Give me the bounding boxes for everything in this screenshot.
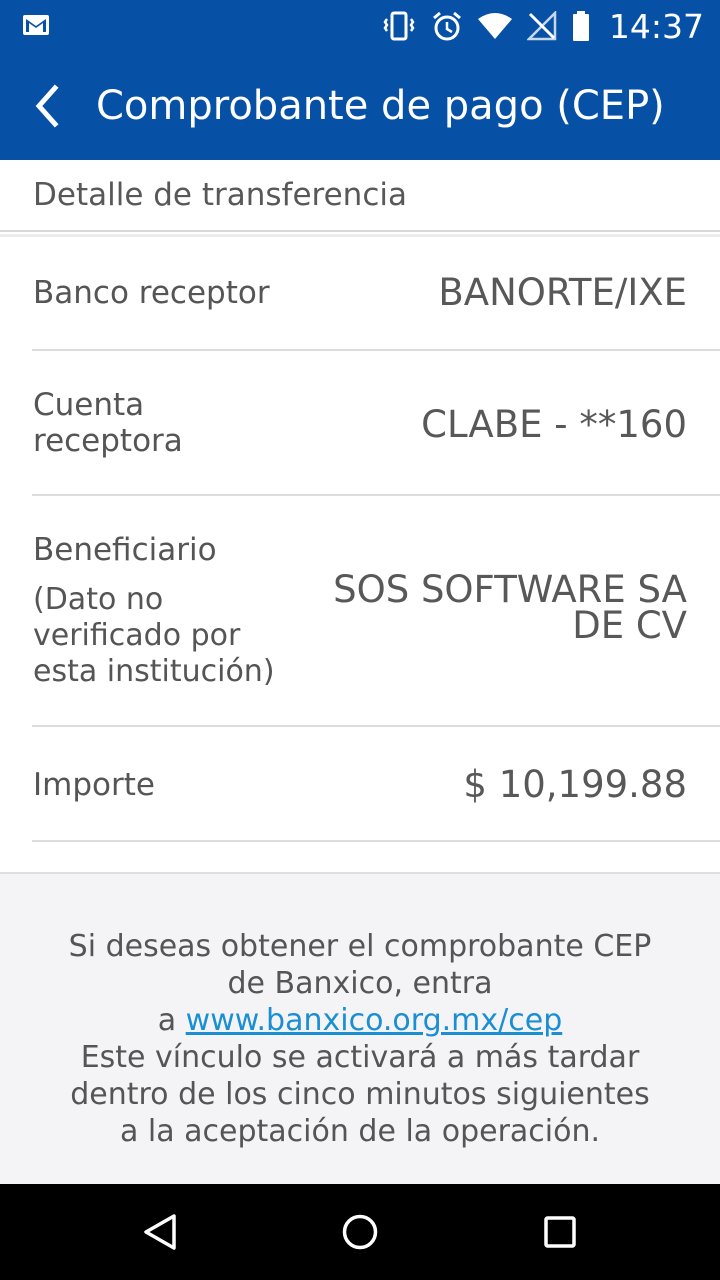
beneficiario-note-line1: (Dato no	[33, 582, 164, 617]
detail-row-importe: Importe $ 10,199.88	[32, 727, 720, 842]
beneficiario-note-line2: verificado por	[33, 618, 241, 653]
section-title: Detalle de transferencia	[33, 177, 407, 213]
nav-back-button[interactable]	[140, 1212, 180, 1252]
recents-square-icon	[544, 1216, 576, 1248]
info-panel: Si deseas obtener el comprobante CEP de …	[0, 872, 720, 1184]
beneficiario-value: SOS SOFTWARE SA DE CV	[333, 568, 687, 647]
battery-icon	[572, 11, 589, 41]
info-line2: de Banxico, entra	[227, 966, 493, 1001]
info-line3: a www.banxico.org.mx/cep	[20, 1002, 700, 1039]
detail-row-cuenta: Cuenta receptora CLABE - **160	[32, 351, 720, 496]
back-triangle-icon	[144, 1214, 176, 1250]
nav-home-button[interactable]	[340, 1212, 380, 1252]
no-signal-icon	[526, 11, 557, 41]
detail-row-beneficiario: Beneficiario (Dato no verificado por est…	[32, 496, 720, 727]
section-header: Detalle de transferencia	[0, 160, 720, 232]
nav-recents-button[interactable]	[540, 1212, 580, 1252]
page-title: Comprobante de pago (CEP)	[96, 83, 665, 129]
app-bar: Comprobante de pago (CEP)	[0, 52, 720, 160]
info-line1: Si deseas obtener el comprobante CEP	[68, 929, 652, 964]
banco-value: BANORTE/IXE	[438, 271, 687, 314]
beneficiario-value-line1: SOS SOFTWARE SA	[333, 568, 687, 611]
importe-label: Importe	[33, 767, 155, 803]
back-button[interactable]	[22, 80, 70, 132]
chevron-left-icon	[35, 84, 59, 128]
detail-row-banco: Banco receptor BANORTE/IXE	[32, 237, 720, 351]
vibrate-icon	[383, 11, 415, 41]
system-nav-bar	[0, 1184, 720, 1280]
status-bar: 14:37	[0, 0, 720, 52]
cuenta-label-line2: receptora	[33, 423, 183, 459]
info-prefix: a	[157, 1003, 177, 1038]
banxico-link[interactable]: www.banxico.org.mx/cep	[186, 1003, 563, 1038]
importe-value: $ 10,199.88	[463, 763, 687, 806]
cuenta-value: CLABE - **160	[421, 403, 687, 446]
info-line4: Este vínculo se activará a más tardar	[80, 1040, 640, 1075]
info-line6: a la aceptación de la operación.	[119, 1114, 601, 1149]
gmail-icon	[23, 15, 49, 35]
status-icons: 14:37	[381, 6, 704, 46]
beneficiario-label-main: Beneficiario	[33, 532, 217, 568]
home-circle-icon	[342, 1214, 378, 1250]
cuenta-label-line1: Cuenta	[33, 387, 145, 423]
info-text: Si deseas obtener el comprobante CEP de …	[20, 928, 700, 1150]
cuenta-label: Cuenta receptora	[33, 387, 183, 459]
beneficiario-label: Beneficiario (Dato no verificado por est…	[33, 532, 275, 690]
wifi-icon	[477, 13, 512, 39]
alarm-icon	[432, 11, 461, 41]
beneficiario-note-line3: esta institución)	[33, 654, 275, 689]
info-line5: dentro de los cinco minutos siguientes	[70, 1077, 650, 1112]
banco-label: Banco receptor	[33, 275, 270, 311]
beneficiario-value-line2: DE CV	[572, 604, 687, 647]
clock-time: 14:37	[608, 6, 704, 46]
